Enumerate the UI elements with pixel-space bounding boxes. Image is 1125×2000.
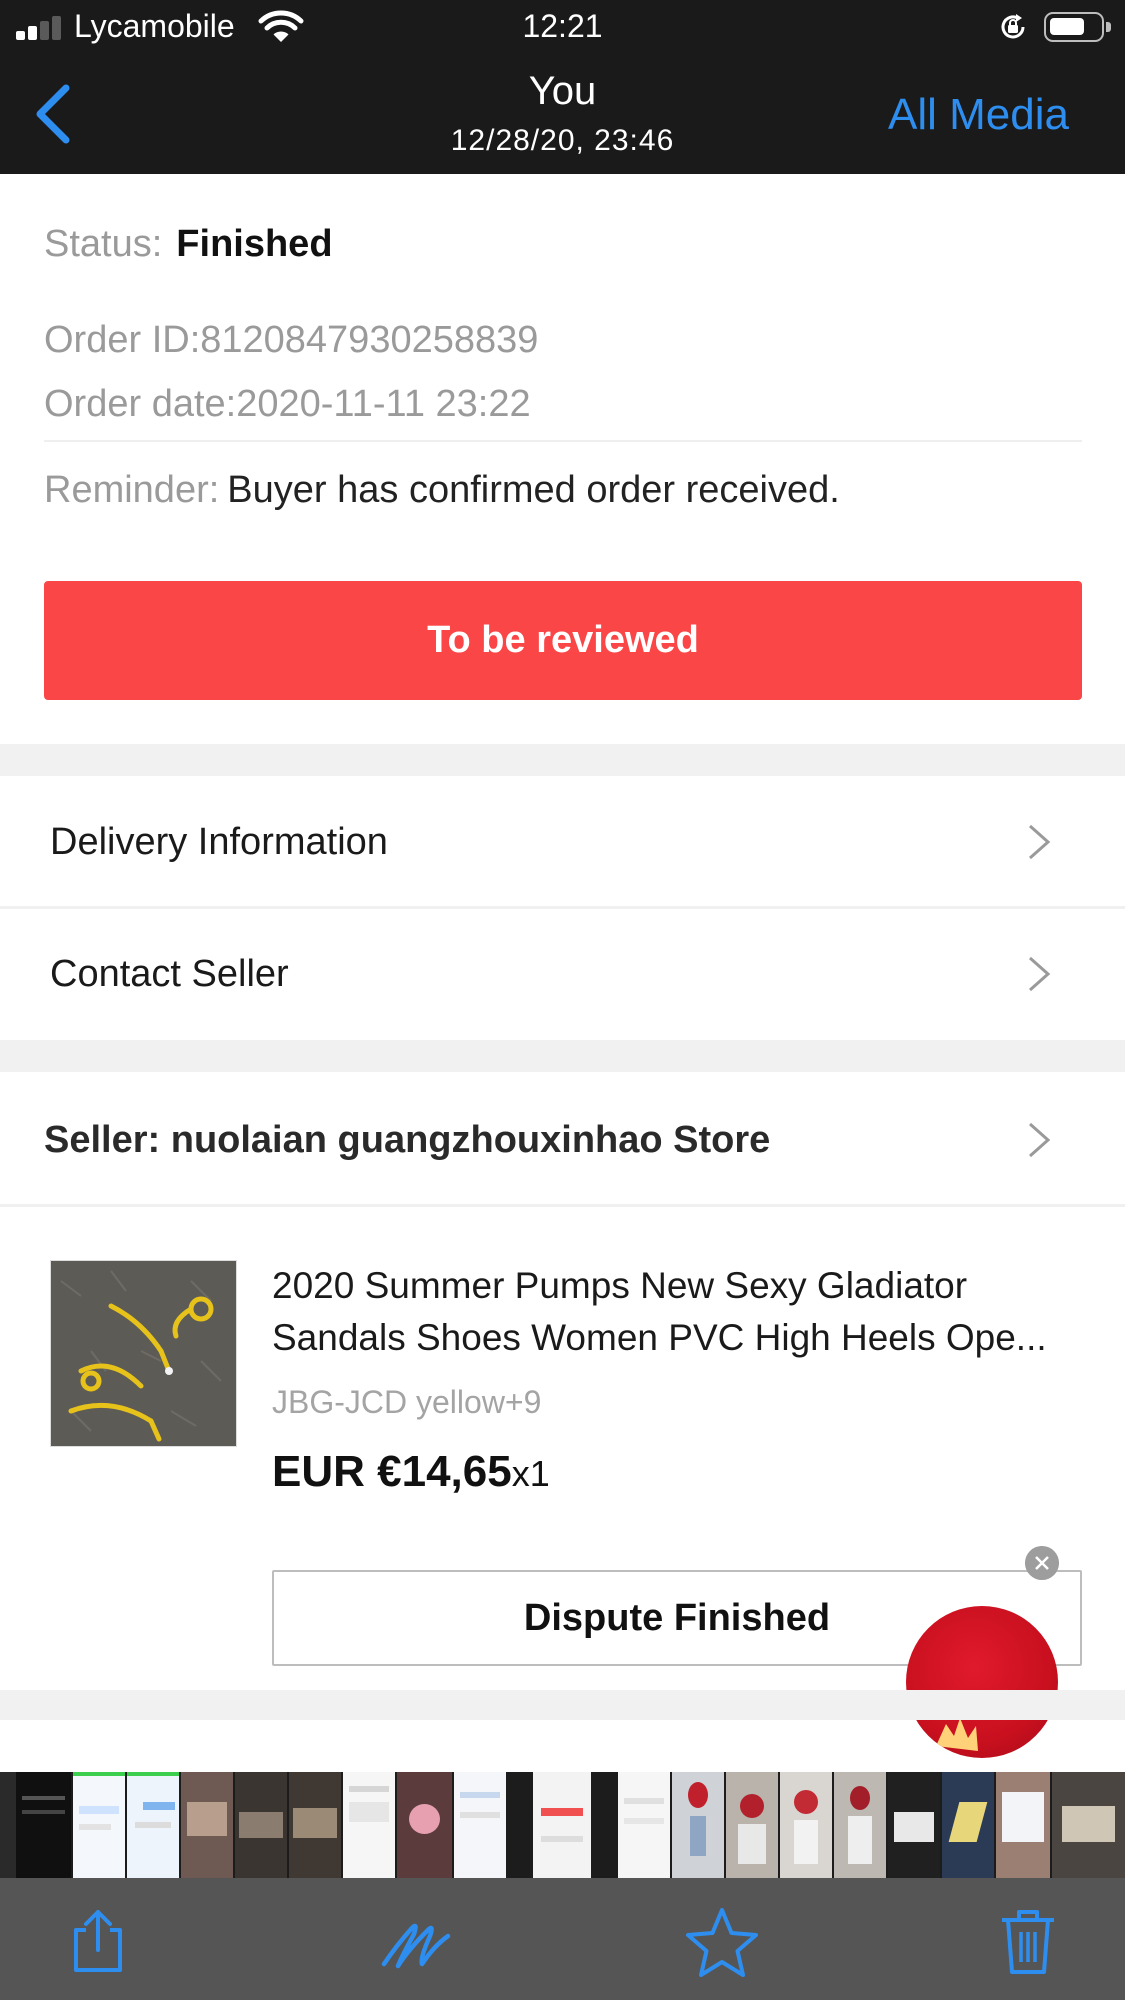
- section-separator: [0, 1040, 1125, 1072]
- chevron-right-icon[interactable]: [1026, 1120, 1052, 1160]
- row-divider: [0, 1204, 1125, 1207]
- product-title-line-2: Sandals Shoes Women PVC High Heels Ope..…: [272, 1317, 1047, 1358]
- photo-thumbnail-strip[interactable]: [0, 1772, 1125, 1878]
- divider: [44, 440, 1082, 442]
- thumbnail[interactable]: [942, 1772, 994, 1878]
- product-sku: JBG-JCD yellow+9: [272, 1384, 542, 1420]
- delivery-information-link[interactable]: Delivery Information: [50, 820, 388, 864]
- reminder-label: Reminder:: [44, 469, 220, 511]
- thumbnail[interactable]: [181, 1772, 233, 1878]
- status-label: Status:: [44, 223, 163, 265]
- thumbnail[interactable]: [1052, 1772, 1125, 1878]
- thumbnail[interactable]: [397, 1772, 452, 1878]
- thumbnail[interactable]: [16, 1772, 71, 1878]
- section-separator: [0, 744, 1125, 776]
- order-reminder: Reminder: Buyer has confirmed order recei…: [44, 468, 840, 512]
- product-title-line-1: 2020 Summer Pumps New Sexy Gladiator: [272, 1265, 968, 1306]
- price-value: EUR €14,65: [272, 1447, 512, 1496]
- product-price: EUR €14,65x1: [272, 1446, 550, 1500]
- thumbnail[interactable]: [888, 1772, 940, 1878]
- thumbnail[interactable]: [127, 1772, 179, 1878]
- clock: 12:21: [522, 8, 603, 44]
- thumbnail[interactable]: [672, 1772, 724, 1878]
- thumbnail[interactable]: [235, 1772, 287, 1878]
- thumbnail[interactable]: [618, 1772, 670, 1878]
- thumbnail-gap: [593, 1772, 616, 1878]
- order-id: Order ID:8120847930258839: [44, 319, 539, 361]
- thumbnail[interactable]: [726, 1772, 778, 1878]
- chevron-right-icon[interactable]: [1026, 954, 1052, 994]
- photo-toolbar: [0, 1878, 1125, 2000]
- battery-icon: [1044, 12, 1111, 42]
- status-value: Finished: [176, 223, 333, 265]
- trash-icon[interactable]: [992, 1906, 1064, 1978]
- thumbnail-gap: [508, 1772, 531, 1878]
- chevron-right-icon[interactable]: [1026, 822, 1052, 862]
- thumbnail[interactable]: [0, 1772, 16, 1878]
- all-media-button[interactable]: All Media: [888, 90, 1069, 140]
- order-date: Order date:2020-11-11 23:22: [44, 383, 531, 425]
- floating-promo-button[interactable]: [906, 1606, 1058, 1758]
- row-divider: [0, 906, 1125, 909]
- product-image[interactable]: [50, 1260, 237, 1447]
- thumbnail[interactable]: [289, 1772, 341, 1878]
- to-be-reviewed-button[interactable]: To be reviewed: [44, 581, 1082, 700]
- markup-icon[interactable]: [378, 1906, 464, 1978]
- favorite-star-icon[interactable]: [684, 1906, 760, 1978]
- reminder-text: Buyer has confirmed order received.: [227, 469, 840, 511]
- section-separator: [0, 1690, 1125, 1720]
- quantity: x1: [511, 1453, 550, 1494]
- thumbnail[interactable]: [343, 1772, 395, 1878]
- close-icon[interactable]: [1025, 1546, 1059, 1580]
- share-icon[interactable]: [62, 1906, 134, 1978]
- orientation-lock-icon: [1001, 14, 1025, 39]
- photo-viewer-nav-bar: You 12/28/20, 23:46 All Media: [0, 56, 1125, 174]
- seller-store-link[interactable]: Seller: nuolaian guangzhouxinhao Store: [44, 1118, 770, 1162]
- thumbnail[interactable]: [834, 1772, 886, 1878]
- thumbnail[interactable]: [996, 1772, 1050, 1878]
- thumbnail[interactable]: [780, 1772, 832, 1878]
- contact-seller-link[interactable]: Contact Seller: [50, 952, 289, 996]
- thumbnail[interactable]: [454, 1772, 506, 1878]
- status-bar: Lycamobile 12:21: [0, 0, 1125, 56]
- order-status: Status: Finished: [44, 222, 333, 266]
- flame-icon: [936, 1718, 978, 1751]
- product-title[interactable]: 2020 Summer Pumps New Sexy Gladiator San…: [272, 1260, 1072, 1364]
- thumbnail[interactable]: [533, 1772, 591, 1878]
- thumbnail[interactable]: [73, 1772, 125, 1878]
